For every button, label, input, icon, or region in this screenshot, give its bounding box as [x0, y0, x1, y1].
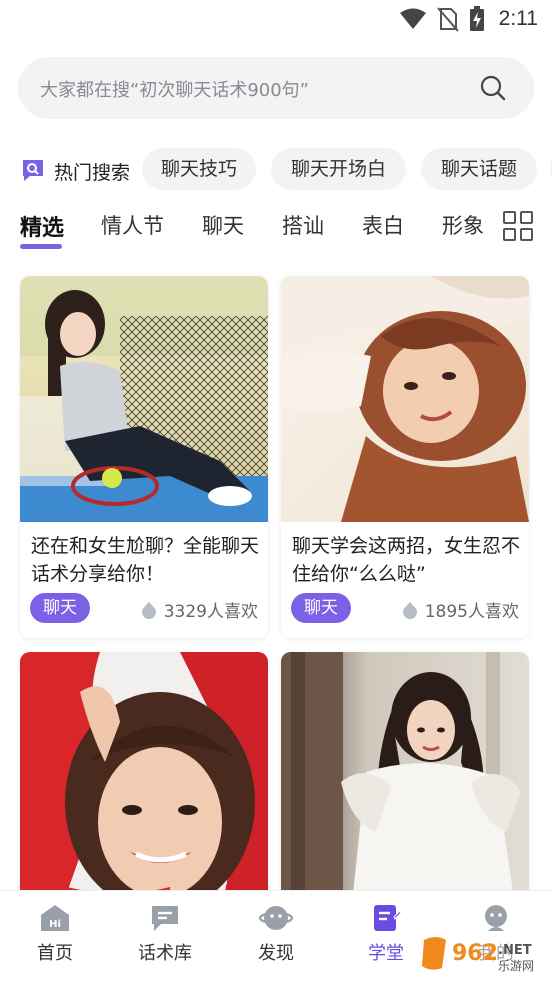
status-bar: 2:11 [0, 0, 552, 40]
search-bar[interactable]: 大家都在搜“初次聊天话术900句” [18, 57, 534, 119]
category-tabs: 精选 情人节 聊天 搭讪 表白 形象 [0, 206, 552, 256]
nav-classroom[interactable]: 学堂 [346, 903, 426, 965]
svg-text:乐游网: 乐游网 [498, 959, 534, 973]
tab-image[interactable]: 形象 [442, 210, 484, 240]
card-photo-red-sweater [20, 652, 268, 912]
article-card[interactable] [20, 652, 268, 912]
card-tag[interactable]: 聊天 [291, 593, 351, 623]
profile-icon [485, 905, 507, 931]
nav-chat-library[interactable]: 话术库 [125, 903, 205, 965]
discover-icon [259, 906, 293, 930]
status-time: 2:11 [498, 7, 538, 30]
hot-chip-chat-topics[interactable]: 聊天话题 [421, 148, 537, 190]
search-icon[interactable] [480, 75, 506, 101]
svg-text:Hi: Hi [49, 919, 61, 930]
svg-text:.NET: .NET [498, 943, 532, 958]
card-likes: 1895人喜欢 [401, 597, 519, 622]
wifi-icon [399, 8, 426, 29]
like-icon [402, 601, 417, 619]
tab-valentines-day[interactable]: 情人节 [101, 210, 164, 240]
nav-discover[interactable]: 发现 [236, 903, 316, 965]
article-card[interactable]: 还在和女生尬聊？全能聊天话术分享给你！ 聊天 3329人喜欢 [20, 276, 268, 638]
tab-pickup[interactable]: 搭讪 [282, 210, 324, 240]
nav-discover-label: 发现 [258, 943, 294, 964]
nav-chat-library-label: 话术库 [138, 943, 192, 964]
card-tag[interactable]: 聊天 [30, 593, 90, 623]
no-sim-icon [436, 7, 459, 32]
card-photo-lying-portrait [281, 276, 529, 522]
hot-search-icon [23, 160, 43, 181]
nav-classroom-label: 学堂 [368, 943, 404, 964]
article-card[interactable]: 聊天学会这两招，女生忍不住给你“么么哒” 聊天 1895人喜欢 [281, 276, 529, 638]
like-icon [141, 601, 156, 619]
card-title: 聊天学会这两招，女生忍不住给你“么么哒” [292, 535, 521, 585]
home-icon: Hi [41, 905, 69, 931]
hot-chip-chat-opener[interactable]: 聊天开场白 [271, 148, 406, 190]
tab-chat[interactable]: 聊天 [202, 210, 244, 240]
active-tab-indicator [20, 244, 62, 249]
card-photo-white-dress [281, 652, 529, 912]
nav-home-label: 首页 [37, 943, 73, 964]
card-likes-count: 1895人喜欢 [424, 602, 519, 622]
battery-charging-icon [469, 6, 484, 31]
svg-text:962: 962 [452, 941, 498, 966]
grid-icon[interactable] [502, 210, 534, 242]
status-icons: 2:11 [399, 6, 538, 32]
tab-featured[interactable]: 精选 [20, 210, 64, 242]
card-photo-tennis-court [20, 276, 268, 522]
card-likes-count: 3329人喜欢 [163, 602, 258, 622]
watermark-logo: 962 .NET 乐游网 [416, 934, 548, 974]
card-likes: 3329人喜欢 [140, 597, 258, 622]
classroom-icon [374, 905, 402, 931]
article-card[interactable] [281, 652, 529, 912]
nav-home[interactable]: Hi 首页 [15, 903, 95, 965]
card-title: 还在和女生尬聊？全能聊天话术分享给你！ [31, 535, 260, 585]
hot-search-row: 热门搜索 聊天技巧 聊天开场白 聊天话题 [0, 148, 552, 192]
chat-library-icon [152, 906, 178, 931]
hot-chip-chat-skills[interactable]: 聊天技巧 [142, 148, 256, 190]
search-input[interactable]: 大家都在搜“初次聊天话术900句” [40, 76, 309, 102]
tab-confession[interactable]: 表白 [362, 210, 404, 240]
hot-search-title: 热门搜索 [54, 162, 131, 184]
